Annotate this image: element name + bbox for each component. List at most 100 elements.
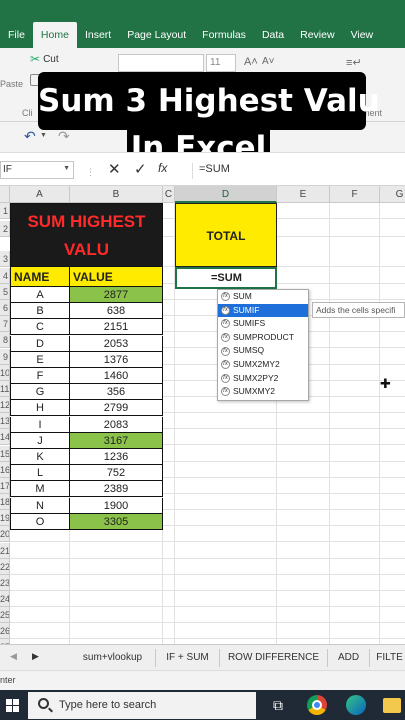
table-row-value[interactable]: 2877 bbox=[70, 287, 163, 303]
windows-start-icon[interactable] bbox=[6, 699, 19, 712]
table-row-name[interactable]: K bbox=[10, 449, 70, 465]
scroll-right-icon[interactable]: ▶ bbox=[32, 651, 39, 662]
ribbon-tab-data[interactable]: Data bbox=[254, 22, 292, 48]
column-header-a[interactable]: A bbox=[10, 186, 70, 203]
table-row-value[interactable]: 752 bbox=[70, 465, 163, 482]
table-row-name[interactable]: O bbox=[10, 513, 70, 530]
row-header-22[interactable]: 22 bbox=[0, 559, 10, 575]
taskbar-search[interactable]: Type here to search bbox=[28, 692, 256, 719]
table-row-name[interactable]: E bbox=[10, 351, 70, 368]
table-row-name[interactable]: A bbox=[10, 287, 70, 303]
ribbon-tab-review[interactable]: Review bbox=[292, 22, 342, 48]
table-row-name[interactable]: L bbox=[10, 465, 70, 482]
row-header-21[interactable]: 21 bbox=[0, 543, 10, 559]
table-row-value[interactable]: 638 bbox=[70, 303, 163, 320]
undo-dropdown-icon[interactable]: ▼ bbox=[40, 132, 47, 139]
column-header-d[interactable]: D bbox=[175, 186, 277, 203]
table-title[interactable]: SUM HIGHEST VALU bbox=[10, 203, 163, 267]
ribbon-tab-file[interactable]: File bbox=[0, 22, 33, 48]
table-row-name[interactable]: F bbox=[10, 368, 70, 384]
name-box[interactable]: IF ▼ bbox=[0, 161, 74, 179]
table-row-name[interactable]: G bbox=[10, 384, 70, 401]
table-row-name[interactable]: N bbox=[10, 497, 70, 514]
table-row-value[interactable]: 3305 bbox=[70, 513, 163, 530]
row-header-25[interactable]: 25 bbox=[0, 607, 10, 623]
row-header-3[interactable]: 3 bbox=[0, 251, 10, 267]
ribbon-tab-page-layout[interactable]: Page Layout bbox=[119, 22, 194, 48]
formula-input[interactable]: =SUM bbox=[192, 163, 402, 179]
row-header-17[interactable]: 17 bbox=[0, 478, 10, 494]
autocomplete-item-sumxmy2[interactable]: fx SUMXMY2 bbox=[218, 385, 308, 399]
sheet-tab-if-sum[interactable]: IF + SUM bbox=[156, 649, 220, 667]
row-header-5[interactable]: 5 bbox=[0, 284, 10, 300]
autocomplete-item-sumifs[interactable]: fx SUMIFS bbox=[218, 317, 308, 331]
column-header-e[interactable]: E bbox=[277, 186, 330, 203]
column-header-b[interactable]: B bbox=[70, 186, 163, 203]
ribbon-tab-insert[interactable]: Insert bbox=[77, 22, 119, 48]
table-row-name[interactable]: H bbox=[10, 400, 70, 417]
row-header-7[interactable]: 7 bbox=[0, 316, 10, 332]
autocomplete-item-sumproduct[interactable]: fx SUMPRODUCT bbox=[218, 331, 308, 345]
chrome-icon[interactable] bbox=[307, 695, 327, 715]
active-cell-total[interactable]: =SUM bbox=[175, 267, 277, 289]
column-header-value[interactable]: VALUE bbox=[70, 267, 163, 287]
cancel-entry-icon[interactable]: ✕ bbox=[108, 160, 121, 178]
row-header-19[interactable]: 19 bbox=[0, 510, 10, 526]
table-row-value[interactable]: 1376 bbox=[70, 351, 163, 368]
row-header-8[interactable]: 8 bbox=[0, 332, 10, 348]
table-row-value[interactable]: 2151 bbox=[70, 319, 163, 336]
table-row-value[interactable]: 2053 bbox=[70, 335, 163, 352]
table-row-name[interactable]: D bbox=[10, 335, 70, 352]
sheet-tab-add[interactable]: ADD bbox=[328, 649, 370, 667]
row-header-6[interactable]: 6 bbox=[0, 300, 10, 316]
table-row-name[interactable]: C bbox=[10, 319, 70, 336]
row-header-12[interactable]: 12 bbox=[0, 397, 10, 413]
column-header-g[interactable]: G bbox=[380, 186, 405, 203]
cut-button[interactable]: ✂ Cut bbox=[30, 52, 59, 66]
autocomplete-item-sum[interactable]: fx SUM bbox=[218, 290, 308, 304]
autocomplete-item-sumsq[interactable]: fx SUMSQ bbox=[218, 344, 308, 358]
total-label-cell[interactable]: TOTAL bbox=[175, 203, 277, 267]
font-size-select[interactable]: 11 bbox=[206, 54, 236, 72]
table-row-name[interactable]: B bbox=[10, 303, 70, 320]
column-header-name[interactable]: NAME bbox=[10, 267, 70, 287]
column-header-c[interactable]: C bbox=[163, 186, 175, 203]
paste-button[interactable]: Paste bbox=[0, 79, 23, 89]
table-row-value[interactable]: 2799 bbox=[70, 400, 163, 417]
sheet-tab-filte[interactable]: FILTE bbox=[370, 649, 405, 667]
row-header-2[interactable]: 2 bbox=[0, 221, 10, 237]
row-header-13[interactable]: 13 bbox=[0, 413, 10, 429]
undo-icon[interactable]: ↶ bbox=[24, 128, 36, 145]
font-name-select[interactable] bbox=[118, 54, 204, 72]
row-header-10[interactable]: 10 bbox=[0, 365, 10, 381]
increase-font-icon[interactable]: A˄ bbox=[244, 56, 258, 68]
sheet-tab-sum-vlookup[interactable]: sum+vlookup bbox=[70, 649, 156, 667]
table-row-value[interactable]: 1460 bbox=[70, 368, 163, 384]
table-row-value[interactable]: 2389 bbox=[70, 481, 163, 498]
row-header-18[interactable]: 18 bbox=[0, 494, 10, 510]
row-header-11[interactable]: 11 bbox=[0, 381, 10, 397]
row-header-16[interactable]: 16 bbox=[0, 462, 10, 478]
table-row-value[interactable]: 1236 bbox=[70, 449, 163, 465]
ribbon-tab-formulas[interactable]: Formulas bbox=[194, 22, 254, 48]
table-row-name[interactable]: M bbox=[10, 481, 70, 498]
table-row-value[interactable]: 1900 bbox=[70, 497, 163, 514]
ribbon-tab-view[interactable]: View bbox=[343, 22, 382, 48]
table-row-value[interactable]: 3167 bbox=[70, 432, 163, 449]
confirm-entry-icon[interactable]: ✓ bbox=[134, 160, 147, 178]
table-row-name[interactable]: J bbox=[10, 432, 70, 449]
wrap-text-icon[interactable]: ≡↵ bbox=[346, 56, 362, 69]
file-explorer-icon[interactable] bbox=[383, 698, 401, 713]
row-header-1[interactable]: 1 bbox=[0, 203, 10, 219]
sheet-tab-row-difference[interactable]: ROW DIFFERENCE bbox=[220, 649, 328, 667]
autocomplete-item-sumx2my2[interactable]: fx SUMX2MY2 bbox=[218, 358, 308, 372]
table-row-value[interactable]: 356 bbox=[70, 384, 163, 401]
decrease-font-icon[interactable]: A˅ bbox=[262, 56, 275, 67]
autocomplete-item-sumif[interactable]: fx SUMIF bbox=[218, 303, 308, 318]
task-view-icon[interactable]: ⧉ bbox=[268, 695, 288, 715]
column-header-f[interactable]: F bbox=[330, 186, 380, 203]
row-header-4[interactable]: 4 bbox=[0, 268, 10, 284]
ribbon-tab-home[interactable]: Home bbox=[32, 22, 77, 48]
table-row-value[interactable]: 2083 bbox=[70, 416, 163, 433]
row-header-20[interactable]: 20 bbox=[0, 526, 10, 542]
